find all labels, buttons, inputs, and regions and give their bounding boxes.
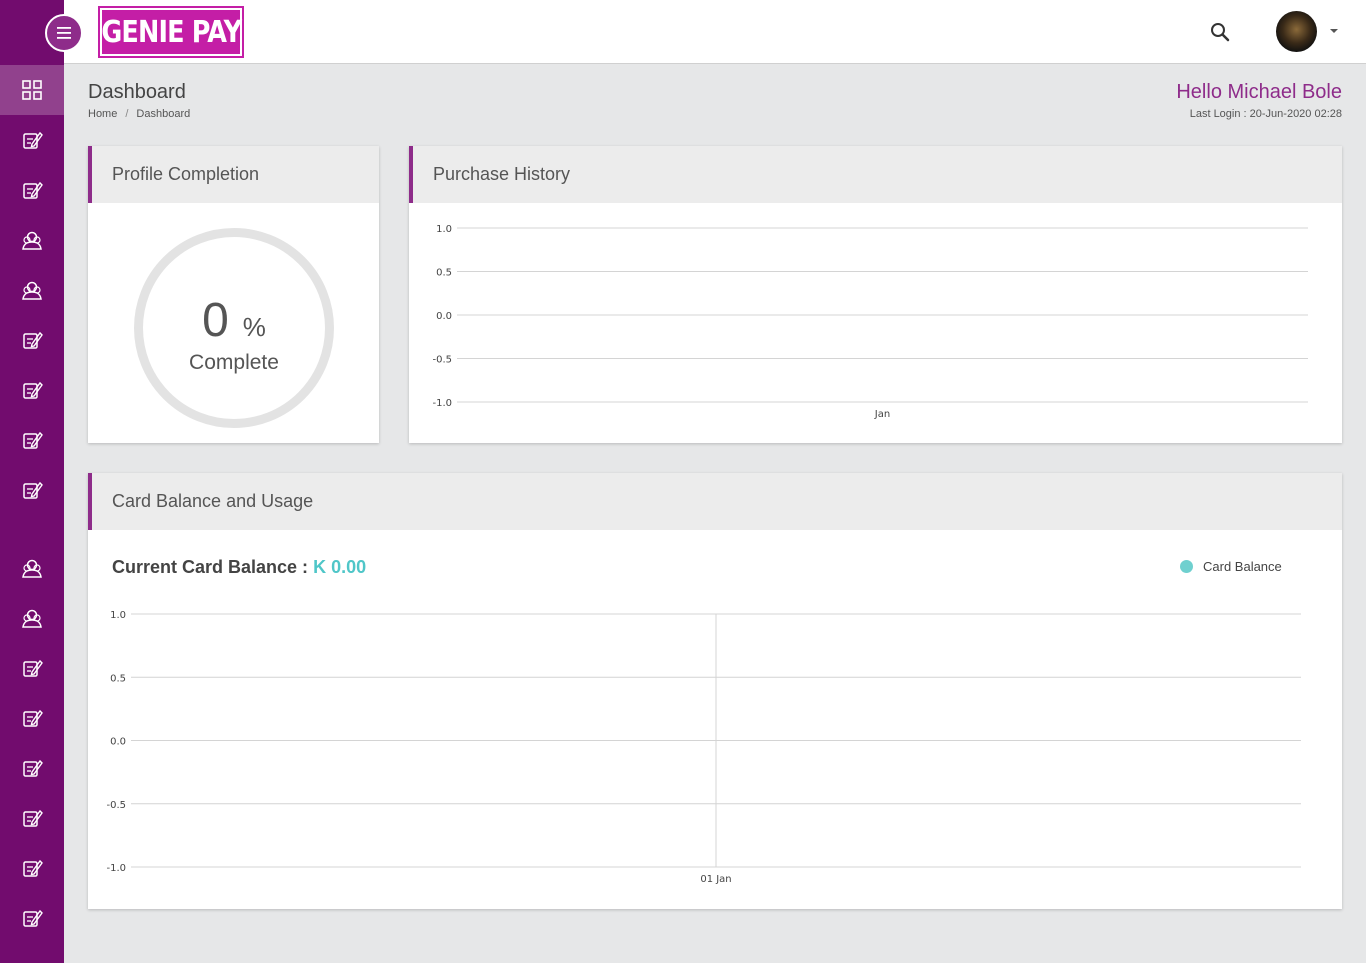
- sidebar-item[interactable]: [0, 693, 64, 743]
- user-menu-caret-icon[interactable]: [1330, 29, 1338, 33]
- x-tick-label: 01 Jan: [700, 874, 731, 885]
- sidebar-item[interactable]: [0, 415, 64, 465]
- sidebar-item[interactable]: [0, 643, 64, 693]
- edit-icon: [23, 131, 43, 149]
- y-tick-label: 0.5: [436, 268, 452, 279]
- users-icon: [22, 231, 42, 250]
- y-tick-label: 0.0: [110, 737, 126, 748]
- breadcrumb-separator: /: [125, 108, 129, 120]
- edit-icon: [23, 759, 43, 777]
- edit-icon: [23, 481, 43, 499]
- sidebar-item[interactable]: [0, 593, 64, 643]
- edit-icon: [23, 381, 43, 399]
- dashboard-icon: [22, 80, 42, 100]
- card-balance-chart: 1.0 0.5 0.0 -0.5 -1.0 01 Jan: [106, 610, 1301, 885]
- y-tick-label: -0.5: [432, 355, 452, 366]
- purchase-history-chart: 1.0 0.5 0.0 -0.5 -1.0 Jan: [432, 224, 1308, 420]
- breadcrumb: Home / Dashboard: [88, 108, 190, 120]
- search-icon: [1211, 23, 1230, 42]
- top-header: GENIE PAY: [64, 0, 1366, 64]
- profile-percent-symbol: %: [242, 312, 266, 342]
- sidebar: [0, 0, 64, 963]
- profile-percent-value: 0: [202, 294, 229, 347]
- edit-icon: [23, 859, 43, 877]
- genie-pay-logo[interactable]: GENIE PAY: [98, 6, 244, 58]
- edit-icon: [23, 709, 43, 727]
- edit-icon: [23, 909, 43, 927]
- y-tick-label: -1.0: [106, 863, 126, 874]
- breadcrumb-current: Dashboard: [136, 108, 191, 120]
- profile-progress-ring: 0% Complete: [134, 228, 334, 428]
- edit-icon: [23, 331, 43, 349]
- search-button[interactable]: [1208, 20, 1232, 44]
- user-avatar[interactable]: [1276, 11, 1317, 52]
- sidebar-item[interactable]: [0, 315, 64, 365]
- sidebar-item[interactable]: [0, 793, 64, 843]
- sidebar-item[interactable]: [0, 543, 64, 593]
- profile-completion-title: Profile Completion: [88, 146, 379, 203]
- sidebar-item[interactable]: [0, 743, 64, 793]
- y-tick-label: -1.0: [432, 398, 452, 409]
- card-balance-card: Card Balance and Usage Current Card Bala…: [88, 473, 1342, 909]
- x-tick-label: Jan: [874, 409, 890, 420]
- greeting: Hello Michael Bole: [1176, 81, 1342, 103]
- profile-completion-card: Profile Completion 0% Complete: [88, 146, 379, 443]
- y-tick-label: -0.5: [106, 800, 126, 811]
- page-title: Dashboard: [88, 81, 186, 103]
- logo-text: GENIE PAY: [101, 14, 242, 50]
- sidebar-item[interactable]: [0, 215, 64, 265]
- edit-icon: [23, 431, 43, 449]
- sidebar-item[interactable]: [0, 165, 64, 215]
- y-tick-label: 1.0: [110, 610, 126, 621]
- breadcrumb-home-link[interactable]: Home: [88, 108, 117, 120]
- edit-icon: [23, 181, 43, 199]
- profile-percent: 0%: [143, 293, 325, 348]
- profile-complete-label: Complete: [189, 351, 279, 374]
- y-tick-label: 0.0: [436, 311, 452, 322]
- sidebar-item[interactable]: [0, 465, 64, 515]
- users-icon: [22, 559, 42, 578]
- purchase-history-title: Purchase History: [409, 146, 1342, 203]
- y-tick-label: 1.0: [436, 224, 452, 235]
- users-icon: [22, 281, 42, 300]
- sidebar-item[interactable]: [0, 893, 64, 943]
- sidebar-item[interactable]: [0, 65, 64, 115]
- sidebar-item[interactable]: [0, 265, 64, 315]
- edit-icon: [23, 659, 43, 677]
- y-tick-label: 0.5: [110, 673, 126, 684]
- users-icon: [22, 609, 42, 628]
- sidebar-item[interactable]: [0, 365, 64, 415]
- hamburger-icon: [57, 27, 71, 39]
- sidebar-item[interactable]: [0, 843, 64, 893]
- sidebar-item[interactable]: [0, 115, 64, 165]
- card-balance-title: Card Balance and Usage: [88, 473, 1342, 530]
- menu-toggle-button[interactable]: [45, 14, 83, 52]
- last-login: Last Login : 20-Jun-2020 02:28: [1189, 108, 1342, 120]
- purchase-history-card: Purchase History 1.0 0.5 0.0 -0.5 -1.0 Jan: [409, 146, 1342, 443]
- edit-icon: [23, 809, 43, 827]
